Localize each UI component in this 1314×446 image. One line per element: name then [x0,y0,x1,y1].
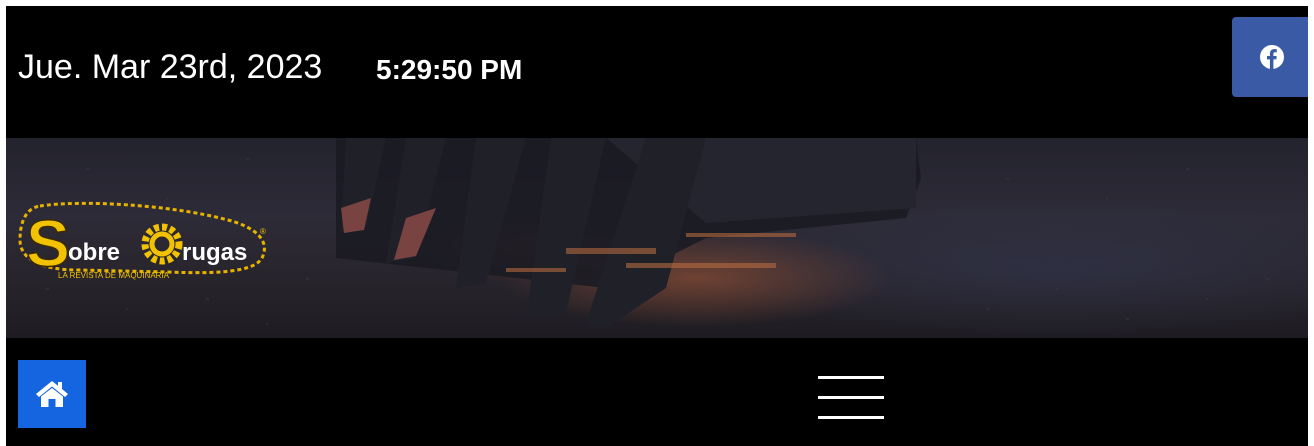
home-icon [36,381,68,407]
current-date: Jue. Mar 23rd, 2023 [18,48,323,86]
facebook-icon [1260,45,1284,69]
home-button[interactable] [18,360,86,428]
hamburger-menu-button[interactable] [818,376,884,420]
facebook-button[interactable] [1232,17,1308,97]
hamburger-line [818,376,884,379]
main-nav [6,338,1308,446]
hamburger-line [818,416,884,419]
logo-text-obre: obre [68,239,120,266]
current-time: 5:29:50 PM [376,54,523,85]
logo-tagline: LA REVISTA DE MAQUINARIA [58,271,170,280]
svg-text:®: ® [260,227,266,236]
top-bar: Jue. Mar 23rd, 2023 5:29:50 PM [6,6,1308,138]
header-banner: S obre rugas ® LA REVISTA DE MAQUINARIA [6,138,1308,338]
site-logo[interactable]: S obre rugas ® LA REVISTA DE MAQUINARIA [18,200,268,287]
page-frame: Jue. Mar 23rd, 2023 5:29:50 PM S obre ru… [6,6,1308,446]
svg-text:S: S [26,206,70,280]
logo-text-rugas: rugas [182,239,247,266]
hamburger-line [818,396,884,399]
